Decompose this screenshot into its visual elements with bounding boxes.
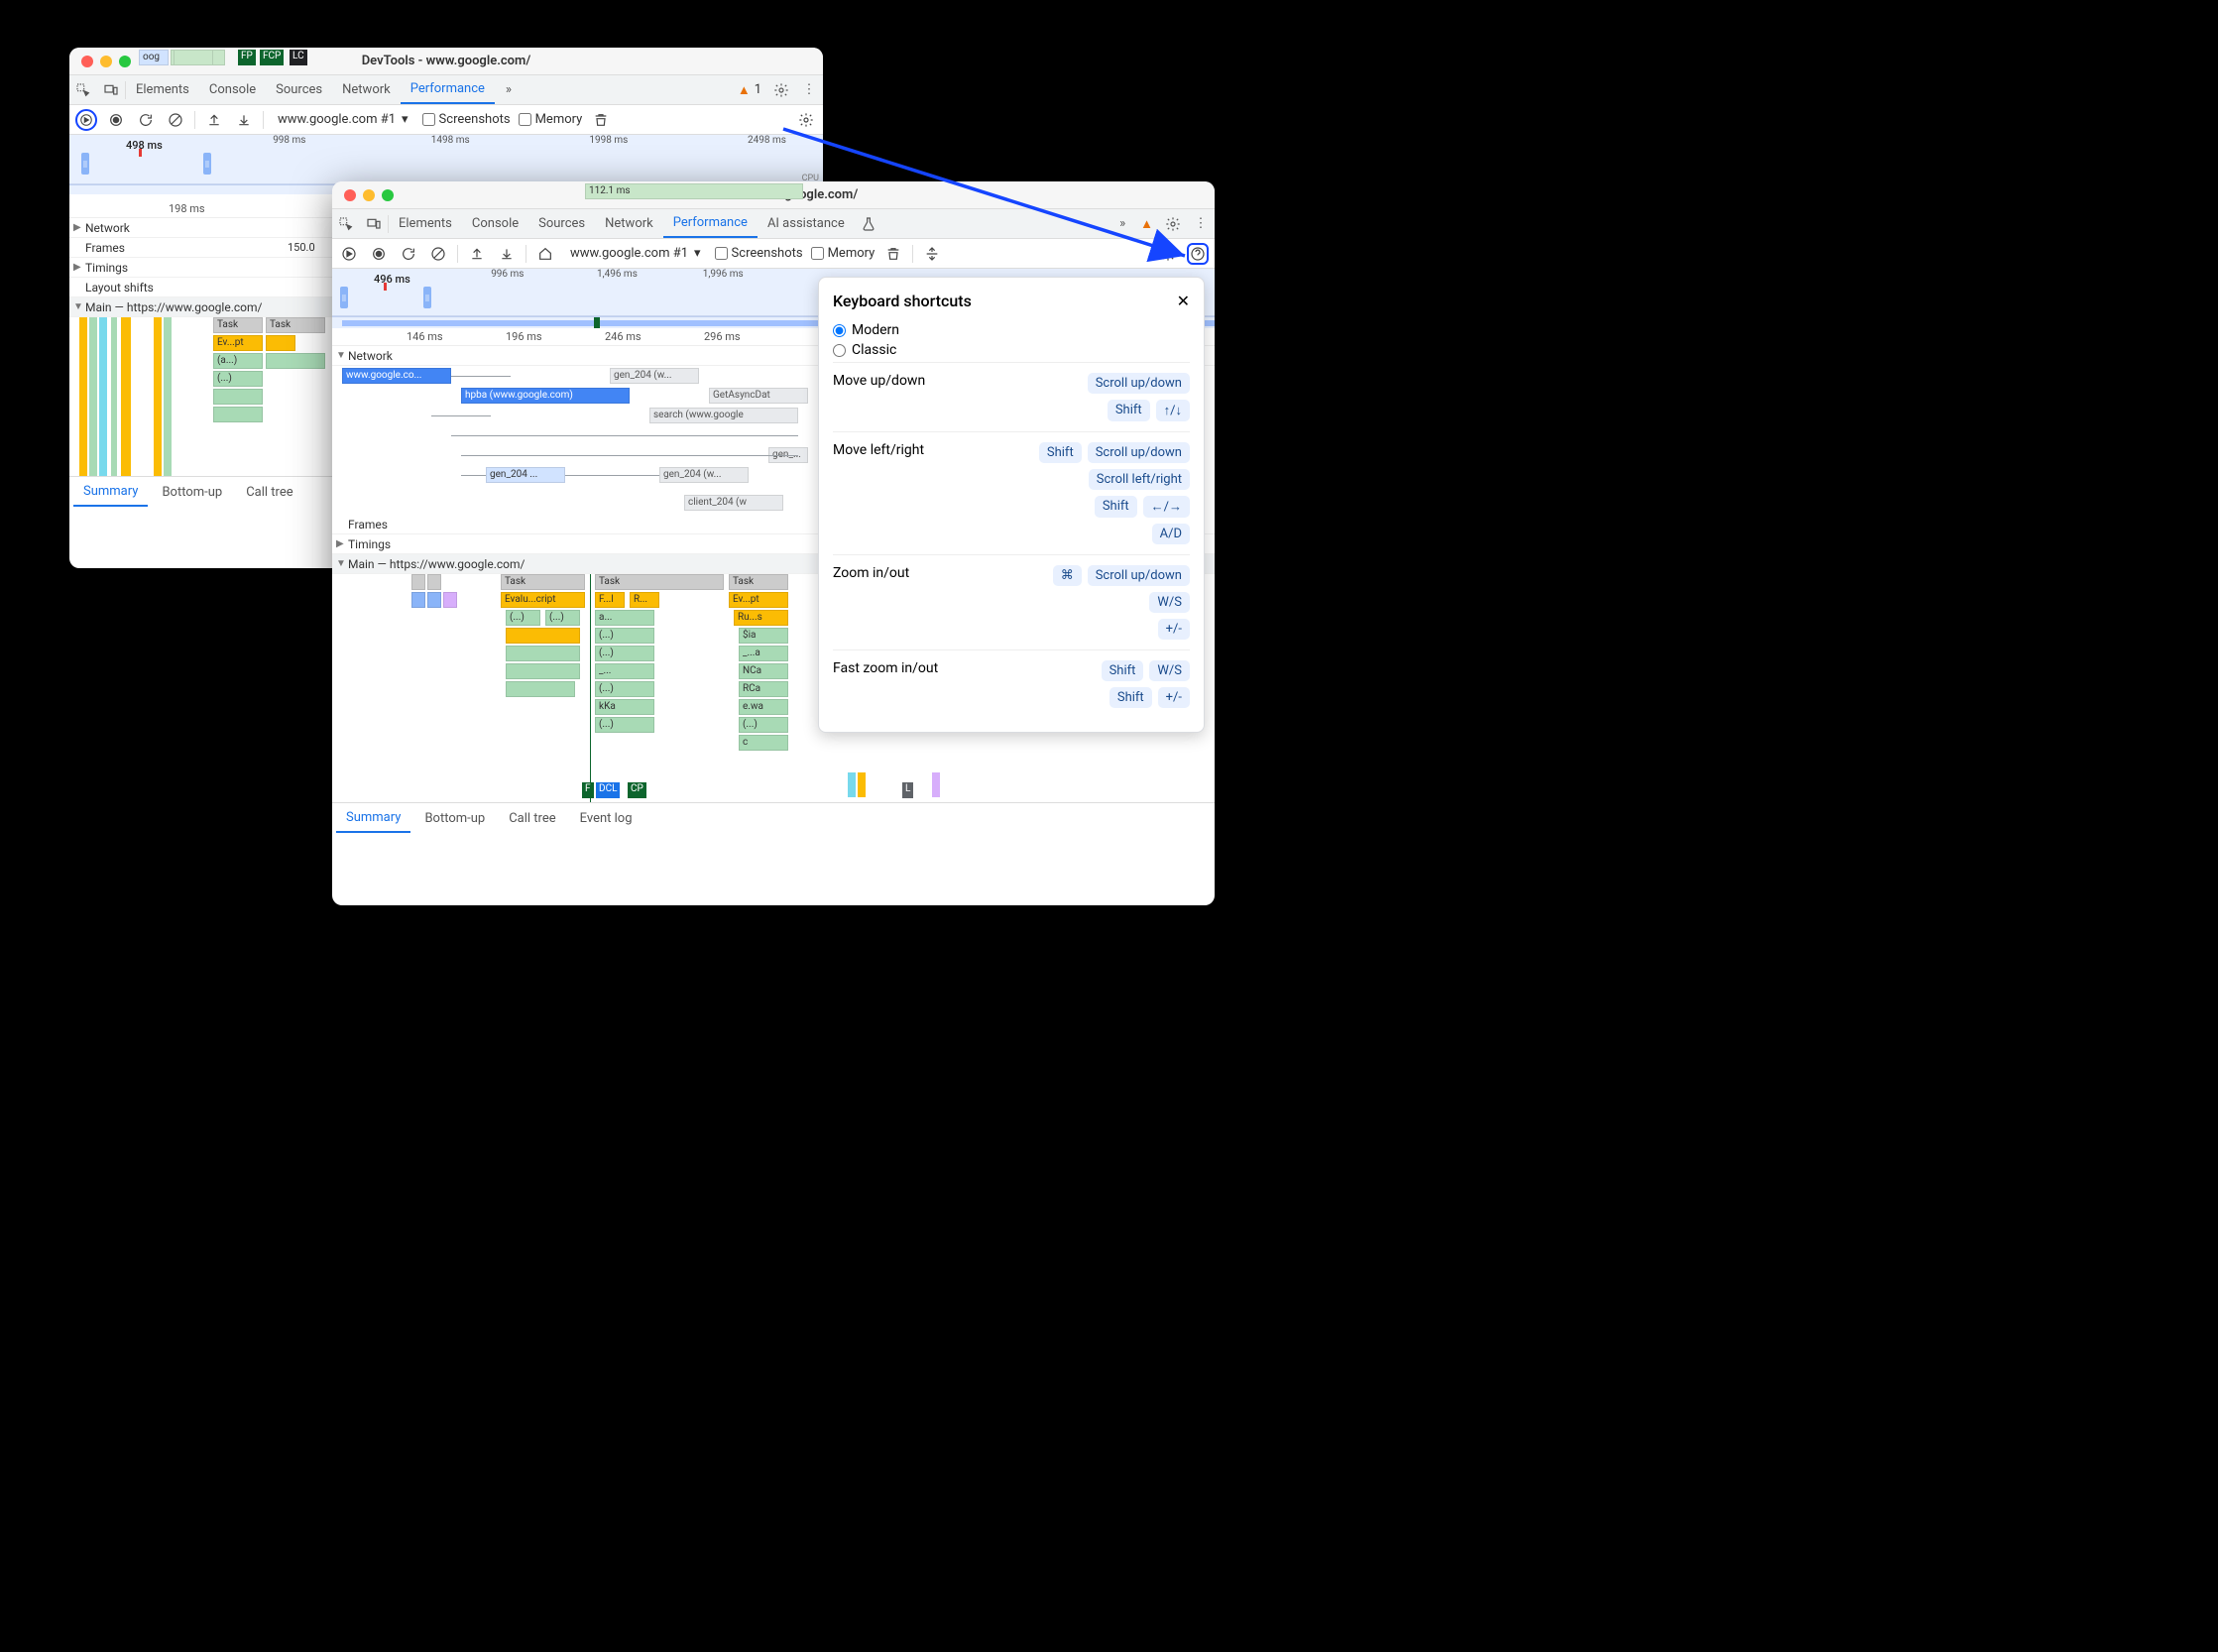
reload-button[interactable]: [135, 109, 157, 131]
record-button[interactable]: [105, 109, 127, 131]
btab-bottomup[interactable]: Bottom-up: [152, 479, 232, 506]
btab-calltree[interactable]: Call tree: [499, 805, 565, 832]
tab-performance[interactable]: Performance: [401, 75, 495, 104]
zoom-dot[interactable]: [119, 56, 131, 67]
reload-button[interactable]: [398, 243, 419, 265]
record-button[interactable]: [368, 243, 390, 265]
btab-bottomup[interactable]: Bottom-up: [414, 805, 495, 832]
flask-icon[interactable]: [855, 210, 882, 238]
traffic-lights: [332, 189, 394, 201]
main-tabbar: Elements Console Sources Network Perform…: [332, 209, 1215, 239]
panel-title: Keyboard shortcuts: [833, 292, 972, 310]
warning-badge[interactable]: ▲1: [738, 82, 761, 98]
tab-sources[interactable]: Sources: [528, 210, 595, 237]
recording-dropdown[interactable]: www.google.com #1▾: [564, 244, 707, 263]
shortcut-move-updown: Move up/down Scroll up/down Shift↑/↓: [833, 362, 1190, 431]
inspect-icon[interactable]: [332, 210, 360, 238]
clear-button[interactable]: [165, 109, 186, 131]
memory-checkbox[interactable]: Memory: [519, 112, 583, 127]
gc-button[interactable]: [590, 109, 612, 131]
tab-console[interactable]: Console: [199, 76, 266, 103]
tab-elements[interactable]: Elements: [389, 210, 462, 237]
overview-handle-left[interactable]: ||: [340, 287, 348, 308]
record-reload-button[interactable]: [338, 243, 360, 265]
screenshots-checkbox[interactable]: Screenshots: [715, 246, 803, 261]
tab-elements[interactable]: Elements: [126, 76, 199, 103]
overview-range-label: 496 ms: [372, 273, 412, 286]
overview-range-label: 498 ms: [124, 139, 165, 152]
overview-handle-left[interactable]: ||: [81, 153, 89, 175]
download-button[interactable]: [496, 243, 518, 265]
tab-performance[interactable]: Performance: [663, 209, 758, 238]
close-icon[interactable]: ✕: [1177, 292, 1190, 310]
chevron-down-icon: ▾: [694, 246, 701, 261]
radio-modern[interactable]: Modern: [833, 322, 1190, 338]
warning-icon: ▲: [1140, 216, 1153, 232]
collapse-button[interactable]: [921, 243, 943, 265]
inspect-icon[interactable]: [69, 76, 97, 104]
download-button[interactable]: [233, 109, 255, 131]
record-reload-button[interactable]: [75, 109, 97, 131]
overview-minimap[interactable]: 998 ms 1498 ms 1998 ms 2498 ms 498 ms ||…: [69, 135, 823, 184]
zoom-dot[interactable]: [382, 189, 394, 201]
kebab-icon[interactable]: ⋮: [1187, 210, 1215, 238]
shortcut-fast-zoom: Fast zoom in/out ShiftW/S Shift+/-: [833, 649, 1190, 718]
warning-icon: ▲: [738, 82, 751, 98]
device-icon[interactable]: [360, 210, 388, 238]
minimize-dot[interactable]: [100, 56, 112, 67]
device-icon[interactable]: [97, 76, 125, 104]
screenshots-checkbox[interactable]: Screenshots: [422, 112, 511, 127]
warning-badge[interactable]: ▲: [1140, 216, 1153, 232]
shortcut-zoom: Zoom in/out ⌘Scroll up/down W/S +/-: [833, 554, 1190, 649]
tab-console[interactable]: Console: [462, 210, 528, 237]
main-tabbar: Elements Console Sources Network Perform…: [69, 75, 823, 105]
minimize-dot[interactable]: [363, 189, 375, 201]
close-dot[interactable]: [344, 189, 356, 201]
devtools-window-2: DevTools - www.google.com/ Elements Cons…: [332, 181, 1215, 905]
capture-settings-icon[interactable]: [795, 109, 817, 131]
radio-classic[interactable]: Classic: [833, 342, 1190, 358]
more-tabs-icon[interactable]: »: [495, 76, 523, 104]
perf-toolbar: www.google.com #1▾ Screenshots Memory: [69, 105, 823, 135]
btab-summary[interactable]: Summary: [336, 804, 410, 833]
upload-button[interactable]: [203, 109, 225, 131]
close-dot[interactable]: [81, 56, 93, 67]
btab-calltree[interactable]: Call tree: [236, 479, 302, 506]
clear-button[interactable]: [427, 243, 449, 265]
upload-button[interactable]: [466, 243, 488, 265]
tab-network[interactable]: Network: [595, 210, 663, 237]
capture-settings-icon[interactable]: [1157, 243, 1179, 265]
recording-dropdown[interactable]: www.google.com #1▾: [272, 110, 414, 129]
gear-icon[interactable]: [767, 76, 795, 104]
gc-button[interactable]: [882, 243, 904, 265]
home-button[interactable]: [534, 243, 556, 265]
help-button[interactable]: [1187, 243, 1209, 265]
tab-network[interactable]: Network: [332, 76, 401, 103]
memory-checkbox[interactable]: Memory: [811, 246, 876, 261]
traffic-lights: [69, 56, 131, 67]
shortcut-move-leftright: Move left/right ShiftScroll up/down Scro…: [833, 431, 1190, 554]
btab-eventlog[interactable]: Event log: [570, 805, 642, 832]
tab-ai-assistance[interactable]: AI assistance: [758, 210, 855, 237]
kebab-icon[interactable]: ⋮: [795, 76, 823, 104]
perf-toolbar: www.google.com #1▾ Screenshots Memory: [332, 239, 1215, 269]
bottom-tabs-2: Summary Bottom-up Call tree Event log: [332, 802, 1215, 834]
more-tabs-icon[interactable]: »: [1109, 210, 1136, 238]
tab-sources[interactable]: Sources: [266, 76, 332, 103]
chevron-down-icon: ▾: [402, 112, 409, 127]
keyboard-shortcuts-panel: Keyboard shortcuts ✕ Modern Classic Move…: [818, 277, 1205, 733]
gear-icon[interactable]: [1159, 210, 1187, 238]
overview-handle-right[interactable]: ||: [203, 153, 211, 175]
overview-handle-right[interactable]: ||: [423, 287, 431, 308]
btab-summary[interactable]: Summary: [73, 478, 148, 507]
